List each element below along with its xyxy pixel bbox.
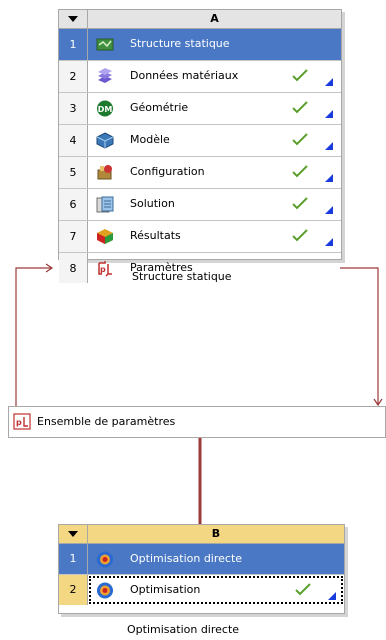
row-number: 1: [59, 29, 88, 60]
corner-triangle-icon[interactable]: [325, 174, 333, 182]
system-a-letter: A: [210, 12, 219, 25]
svg-text:p: p: [16, 418, 22, 427]
parameter-set-bar[interactable]: p Ensemble de paramètres: [8, 406, 386, 438]
system-a-row-7[interactable]: 7 Résultats: [59, 221, 341, 253]
system-b-row-1[interactable]: 1 Optimisation directe: [59, 544, 344, 575]
svg-text:p: p: [100, 265, 106, 274]
system-b-menu-arrow[interactable]: [59, 525, 88, 543]
corner-triangle-icon[interactable]: [328, 592, 336, 600]
results-icon: [97, 229, 113, 244]
link-a8-to-params: [340, 267, 379, 405]
row-number: 2: [59, 575, 88, 605]
system-b-caption[interactable]: Optimisation directe: [127, 623, 239, 636]
optimization-icon: [97, 582, 113, 599]
row-number: 7: [59, 221, 88, 252]
corner-triangle-icon[interactable]: [325, 142, 333, 150]
model-icon: [96, 132, 114, 149]
system-a-header[interactable]: A: [59, 10, 341, 29]
setup-icon: [97, 165, 112, 180]
check-icon: [292, 229, 308, 242]
row-label: Configuration: [130, 165, 205, 178]
row-label: Résultats: [130, 229, 181, 242]
system-b-header[interactable]: B: [59, 525, 344, 544]
row-label: Solution: [130, 197, 175, 210]
row-number: 4: [59, 125, 88, 156]
row-label: Optimisation directe: [130, 552, 243, 565]
check-icon: [292, 197, 308, 210]
row-number: 3: [59, 93, 88, 124]
svg-text:DM: DM: [98, 105, 113, 114]
corner-triangle-icon[interactable]: [325, 78, 333, 86]
row-label: Modèle: [130, 133, 170, 146]
row-label: Structure statique: [130, 37, 230, 50]
corner-triangle-icon[interactable]: [325, 238, 333, 246]
parameters-icon: p: [98, 261, 112, 277]
corner-triangle-icon[interactable]: [325, 206, 333, 214]
system-a-row-1[interactable]: 1 Structure statique: [59, 29, 341, 61]
system-b-letter: B: [211, 527, 221, 540]
solution-icon: [96, 196, 114, 213]
row-number: 5: [59, 157, 88, 188]
system-a-row-3[interactable]: 3 DM Géométrie: [59, 93, 341, 125]
check-icon: [292, 133, 308, 146]
system-a[interactable]: A 1 Structure statique 2 Données matéria…: [58, 9, 342, 283]
static-structural-icon: [96, 38, 114, 51]
row-label: Optimisation: [130, 583, 201, 596]
row-number: 8: [59, 253, 88, 283]
direct-optimization-icon: [97, 551, 113, 568]
check-icon: [292, 101, 308, 114]
row-number: 6: [59, 189, 88, 220]
check-icon: [295, 583, 311, 596]
system-a-row-4[interactable]: 4 Modèle: [59, 125, 341, 157]
system-a-caption[interactable]: Structure statique: [132, 270, 232, 283]
system-a-row-2[interactable]: 2 Données matériaux: [59, 61, 341, 93]
system-a-menu-arrow[interactable]: [59, 10, 88, 28]
row-number: 1: [59, 544, 88, 574]
row-label: Géométrie: [130, 101, 189, 114]
system-b-row-2[interactable]: 2 Optimisation: [59, 575, 344, 605]
row-label: Données matériaux: [130, 69, 239, 82]
engineering-data-icon: [98, 68, 112, 83]
geometry-icon: DM: [97, 100, 113, 117]
parameter-set-label: Ensemble de paramètres: [37, 415, 176, 428]
system-a-row-5[interactable]: 5 Configuration: [59, 157, 341, 189]
system-b[interactable]: B 1 Optimisation directe 2 Optimisation: [58, 524, 345, 614]
system-a-row-6[interactable]: 6 Solution: [59, 189, 341, 221]
parameter-set-icon: p: [13, 413, 31, 430]
row-number: 2: [59, 61, 88, 92]
check-icon: [292, 69, 308, 82]
link-params-to-a8: [15, 267, 52, 406]
check-icon: [292, 165, 308, 178]
corner-triangle-icon[interactable]: [325, 110, 333, 118]
